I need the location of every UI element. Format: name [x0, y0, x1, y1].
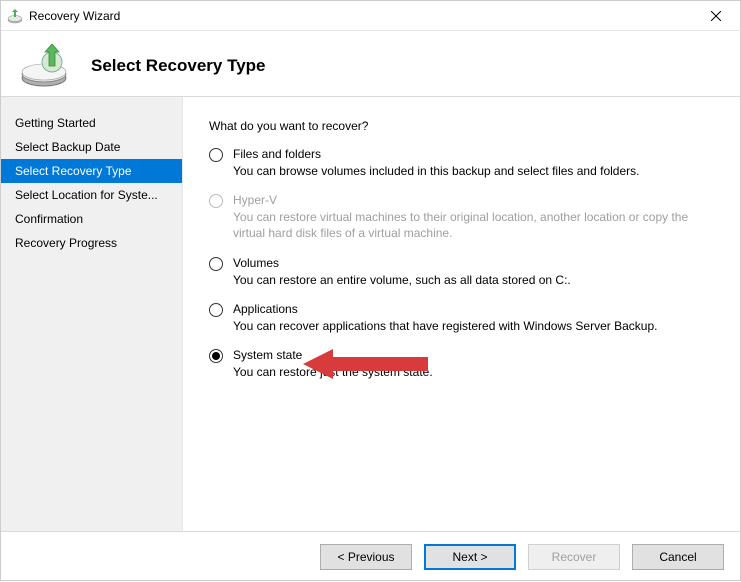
- radio-files-folders[interactable]: [209, 148, 223, 162]
- option-files-folders[interactable]: Files and folders You can browse volumes…: [209, 147, 716, 179]
- radio-system-state[interactable]: [209, 349, 223, 363]
- option-desc: You can browse volumes included in this …: [233, 163, 639, 179]
- radio-volumes[interactable]: [209, 257, 223, 271]
- recover-button: Recover: [528, 544, 620, 570]
- close-button[interactable]: [696, 2, 736, 30]
- wizard-header: Select Recovery Type: [1, 31, 741, 97]
- step-select-location[interactable]: Select Location for Syste...: [1, 183, 182, 207]
- window-title: Recovery Wizard: [29, 9, 696, 23]
- previous-button[interactable]: < Previous: [320, 544, 412, 570]
- option-label: Volumes: [233, 256, 571, 270]
- step-recovery-progress[interactable]: Recovery Progress: [1, 231, 182, 255]
- radio-hyperv: [209, 194, 223, 208]
- step-confirmation[interactable]: Confirmation: [1, 207, 182, 231]
- wizard-content: What do you want to recover? Files and f…: [183, 97, 741, 531]
- option-system-state[interactable]: System state You can restore just the sy…: [209, 348, 716, 380]
- option-label: Applications: [233, 302, 657, 316]
- radio-applications[interactable]: [209, 303, 223, 317]
- page-title: Select Recovery Type: [91, 56, 266, 76]
- option-desc: You can recover applications that have r…: [233, 318, 657, 334]
- option-hyperv: Hyper-V You can restore virtual machines…: [209, 193, 716, 241]
- option-desc: You can restore virtual machines to thei…: [233, 209, 716, 241]
- option-desc: You can restore just the system state.: [233, 364, 433, 380]
- next-button[interactable]: Next >: [424, 544, 516, 570]
- option-applications[interactable]: Applications You can recover application…: [209, 302, 716, 334]
- option-label: System state: [233, 348, 433, 362]
- prompt-text: What do you want to recover?: [209, 119, 716, 133]
- option-desc: You can restore an entire volume, such a…: [233, 272, 571, 288]
- cancel-button[interactable]: Cancel: [632, 544, 724, 570]
- step-select-backup-date[interactable]: Select Backup Date: [1, 135, 182, 159]
- wizard-body: Getting Started Select Backup Date Selec…: [1, 97, 741, 531]
- step-getting-started[interactable]: Getting Started: [1, 111, 182, 135]
- app-icon: [7, 8, 23, 24]
- option-label: Hyper-V: [233, 193, 716, 207]
- option-volumes[interactable]: Volumes You can restore an entire volume…: [209, 256, 716, 288]
- wizard-icon: [17, 42, 71, 90]
- wizard-footer: < Previous Next > Recover Cancel: [1, 531, 741, 581]
- titlebar: Recovery Wizard: [1, 1, 741, 31]
- step-select-recovery-type[interactable]: Select Recovery Type: [1, 159, 182, 183]
- option-label: Files and folders: [233, 147, 639, 161]
- wizard-steps-sidebar: Getting Started Select Backup Date Selec…: [1, 97, 183, 531]
